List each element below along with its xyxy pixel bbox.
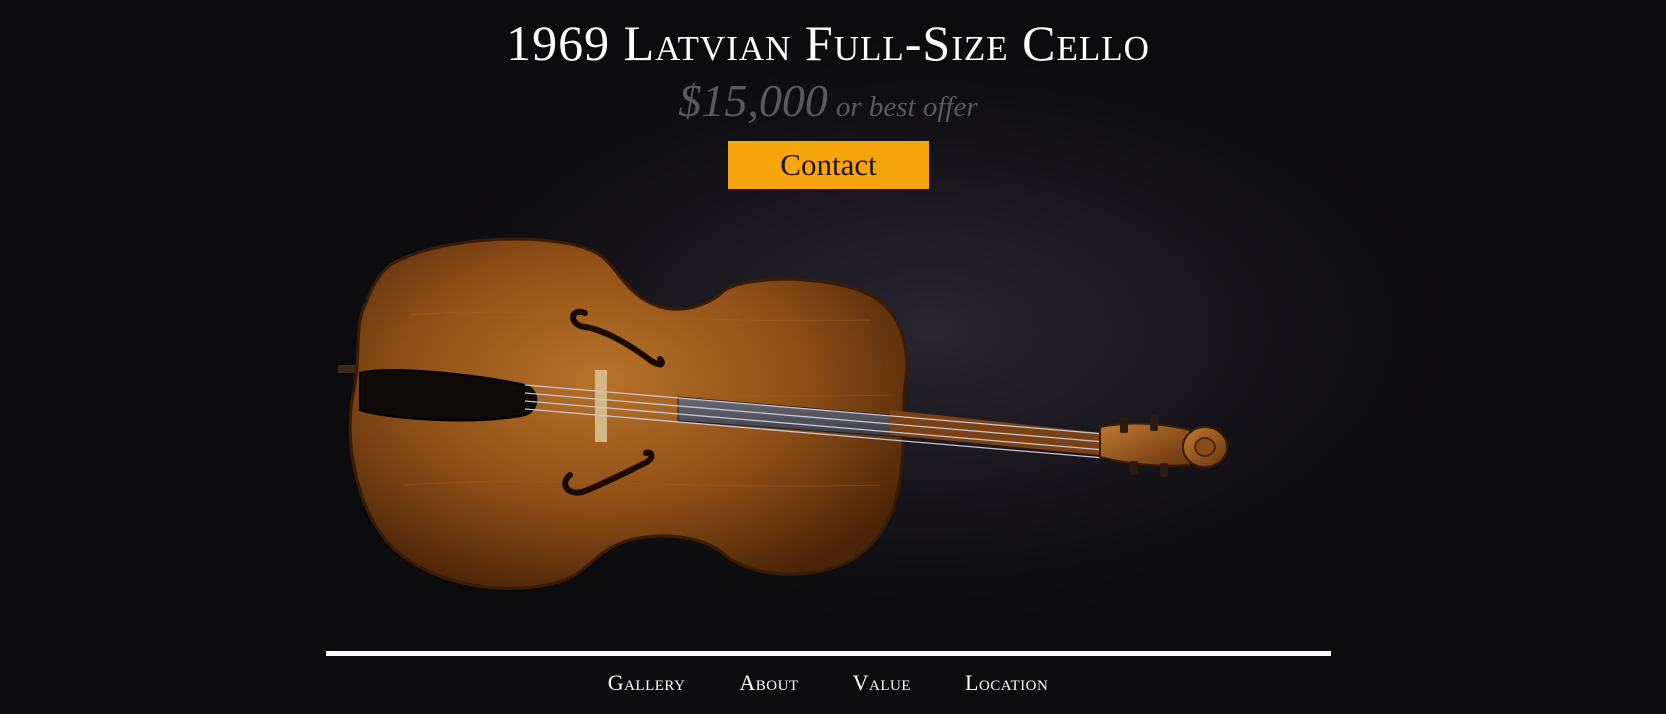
nav-item-about[interactable]: About	[739, 670, 798, 696]
main-nav: Gallery About Value Location	[0, 670, 1656, 696]
nav-divider	[326, 651, 1331, 656]
page-title: 1969 Latvian Full-Size Cello	[506, 15, 1150, 71]
nav-item-value[interactable]: Value	[853, 670, 911, 696]
nav-item-location[interactable]: Location	[965, 670, 1048, 696]
contact-button[interactable]: Contact	[728, 141, 929, 189]
price-amount: $15,000	[678, 75, 828, 126]
price-suffix: or best offer	[835, 91, 978, 123]
cello-photo	[338, 237, 1228, 590]
bridge	[595, 370, 607, 442]
price-line: $15,000 or best offer	[0, 74, 1656, 127]
pegbox	[1099, 422, 1191, 467]
nav-item-gallery[interactable]: Gallery	[608, 670, 686, 696]
